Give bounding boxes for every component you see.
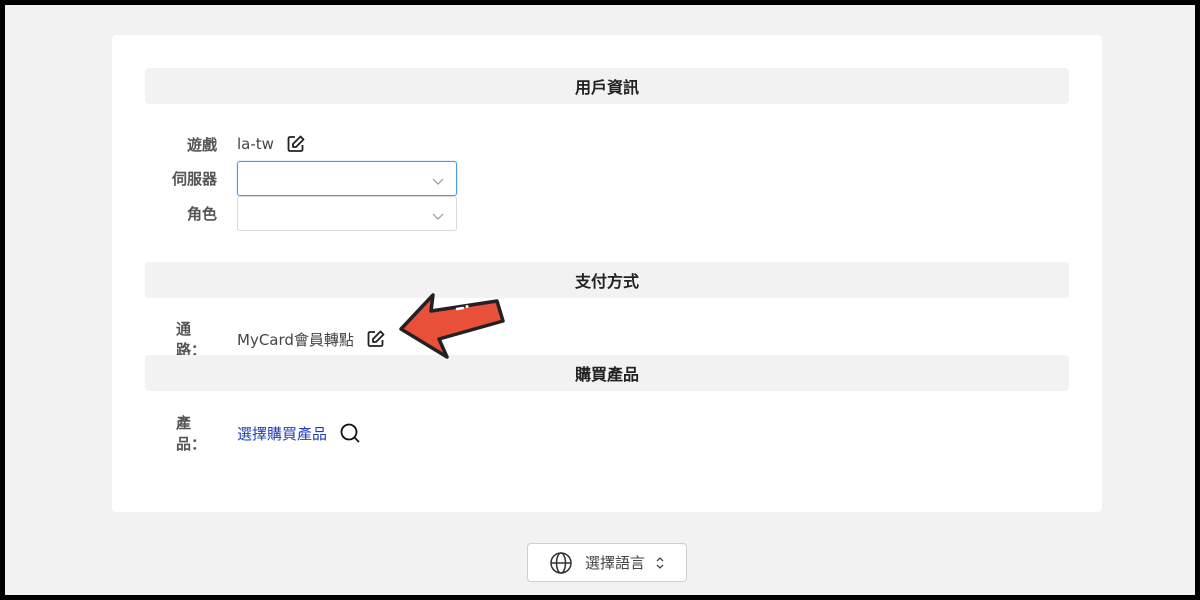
language-button-label: 選擇語言 [584,554,645,572]
game-label: 遊戲 [186,135,217,154]
chevron-down-icon [432,172,444,191]
language-select-button[interactable]: 選擇語言 [527,543,687,582]
chevron-down-icon [432,207,444,226]
form-card: 用戶資訊 遊戲 la-tw 伺服器 角色 支付方式 通路： MyCard會員轉點… [112,35,1102,512]
search-icon[interactable] [339,422,361,444]
section-title-payment: 支付方式 [574,272,639,291]
sort-icon [655,556,665,570]
server-select[interactable] [237,161,457,196]
server-label: 伺服器 [171,170,217,188]
channel-label: 通路： [176,320,207,359]
channel-row: 通路： MyCard會員轉點 [145,320,386,359]
edit-icon[interactable] [366,329,386,349]
section-title-user-info: 用戶資訊 [574,78,639,97]
product-row: 產品： 選擇購買產品 [145,414,361,453]
section-header-payment: 支付方式 [145,262,1069,298]
role-row: 角色 [145,196,457,231]
channel-value: MyCard會員轉點 [237,330,354,349]
section-header-user-info: 用戶資訊 [145,68,1069,104]
game-row: 遊戲 la-tw [145,132,306,156]
section-header-product: 購買產品 [145,355,1069,391]
arrow-pointer-icon [399,293,505,359]
select-product-link[interactable]: 選擇購買產品 [237,423,327,444]
server-row: 伺服器 [145,161,457,196]
edit-icon[interactable] [286,134,306,154]
game-value: la-tw [237,135,274,153]
globe-icon [549,551,573,575]
role-label: 角色 [186,205,217,223]
role-select[interactable] [237,196,457,231]
product-label: 產品： [176,414,207,453]
section-title-product: 購買產品 [574,365,639,384]
page-background: 用戶資訊 遊戲 la-tw 伺服器 角色 支付方式 通路： MyCard會員轉點… [5,5,1195,595]
